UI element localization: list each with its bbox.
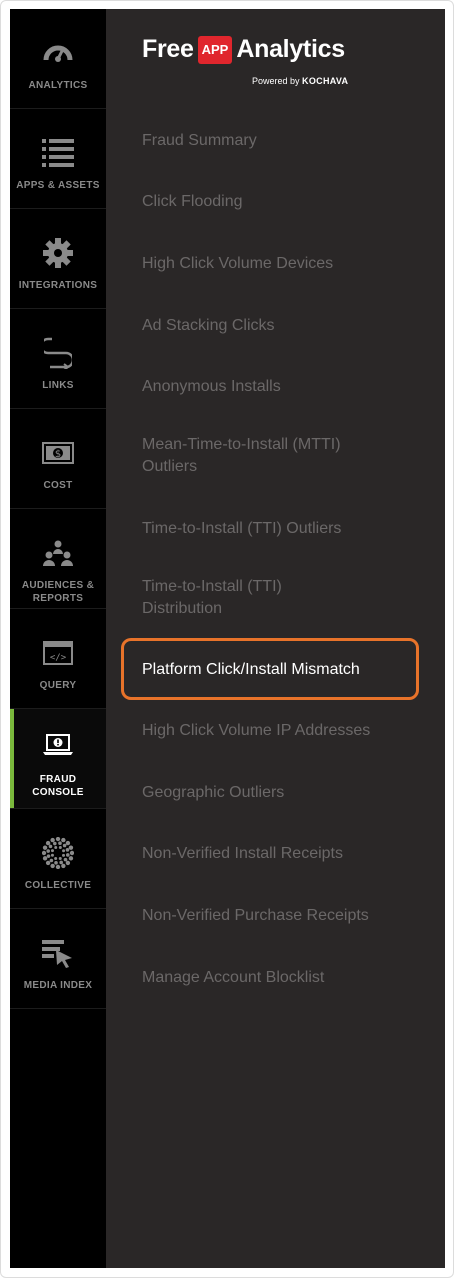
rail-item-links[interactable]: LINKS	[10, 309, 106, 409]
menu-item-fraud-summary[interactable]: Fraud Summary	[142, 130, 422, 152]
menu-item-tti-distribution[interactable]: Time-to-Install (TTI) Distribution	[142, 576, 342, 620]
rail-item-query[interactable]: </> QUERY	[10, 609, 106, 709]
laptop-alert-icon	[43, 727, 73, 763]
menu-item-click-flooding[interactable]: Click Flooding	[142, 191, 422, 213]
menu-item-geographic-outliers[interactable]: Geographic Outliers	[142, 782, 422, 804]
menu-item-ad-stacking-clicks[interactable]: Ad Stacking Clicks	[142, 315, 422, 337]
rail-item-label: FRAUD CONSOLE	[32, 774, 84, 798]
rail-item-collective[interactable]: COLLECTIVE	[10, 809, 106, 909]
rail-item-audiences-reports[interactable]: AUDIENCES & REPORTS	[10, 509, 106, 609]
rail-item-label: COLLECTIVE	[24, 880, 92, 891]
selected-item-highlight-box	[121, 638, 419, 700]
rail-item-label: COST	[43, 480, 73, 491]
powered-prefix: Powered by	[252, 76, 300, 86]
collective-dots-icon	[42, 831, 74, 875]
rail-item-label: MEDIA INDEX	[23, 980, 93, 991]
menu-item-non-verified-install-receipts[interactable]: Non-Verified Install Receipts	[142, 843, 422, 865]
menu-item-high-click-volume-ip-addresses[interactable]: High Click Volume IP Addresses	[142, 720, 422, 742]
gear-icon	[43, 231, 73, 275]
rail-item-cost[interactable]: $ COST	[10, 409, 106, 509]
app-window: ANALYTICS APPS & ASSETS INTEGRATIONS LIN…	[10, 9, 445, 1268]
dollar-bill-icon: $	[42, 431, 74, 475]
left-nav-rail: ANALYTICS APPS & ASSETS INTEGRATIONS LIN…	[10, 9, 106, 1268]
rail-item-label: QUERY	[39, 680, 77, 691]
powered-brand: KOCHAVA	[302, 76, 349, 86]
brand-app-badge: APP	[197, 35, 233, 64]
rail-item-label: APPS & ASSETS	[16, 180, 100, 191]
code-window-icon: </>	[43, 631, 73, 675]
rail-item-fraud-console[interactable]: FRAUD CONSOLE	[10, 709, 106, 809]
audience-people-icon	[43, 531, 73, 575]
menu-item-mtti-outliers[interactable]: Mean-Time-to-Install (MTTI) Outliers	[142, 434, 392, 478]
media-index-cursor-icon	[42, 931, 74, 975]
rail-item-label: ANALYTICS	[28, 80, 88, 91]
rail-item-label: INTEGRATIONS	[18, 280, 98, 291]
menu-item-anonymous-installs[interactable]: Anonymous Installs	[142, 376, 422, 398]
brand-logo: Free APP Analytics Powered by KOCHAVA	[142, 35, 362, 95]
menu-item-tti-outliers[interactable]: Time-to-Install (TTI) Outliers	[142, 518, 422, 540]
dashboard-gauge-icon	[43, 31, 73, 75]
rail-item-apps-assets[interactable]: APPS & ASSETS	[10, 109, 106, 209]
menu-item-non-verified-purchase-receipts[interactable]: Non-Verified Purchase Receipts	[142, 905, 422, 927]
svg-text:</>: </>	[50, 653, 67, 663]
brand-analytics: Analytics	[236, 35, 345, 63]
rail-item-analytics[interactable]: ANALYTICS	[10, 9, 106, 109]
brand-free: Free	[142, 35, 194, 63]
rail-item-label: LINKS	[42, 380, 74, 391]
powered-by: Powered by KOCHAVA	[252, 76, 348, 86]
rail-item-media-index[interactable]: MEDIA INDEX	[10, 909, 106, 1009]
list-icon	[42, 131, 74, 175]
link-path-icon	[44, 331, 72, 375]
menu-item-manage-account-blocklist[interactable]: Manage Account Blocklist	[142, 967, 422, 989]
svg-text:$: $	[55, 449, 61, 460]
rail-item-label: AUDIENCES & REPORTS	[21, 580, 95, 604]
fraud-console-menu-panel: Free APP Analytics Powered by KOCHAVA Fr…	[106, 9, 445, 1268]
menu-item-high-click-volume-devices[interactable]: High Click Volume Devices	[142, 253, 422, 275]
rail-item-integrations[interactable]: INTEGRATIONS	[10, 209, 106, 309]
